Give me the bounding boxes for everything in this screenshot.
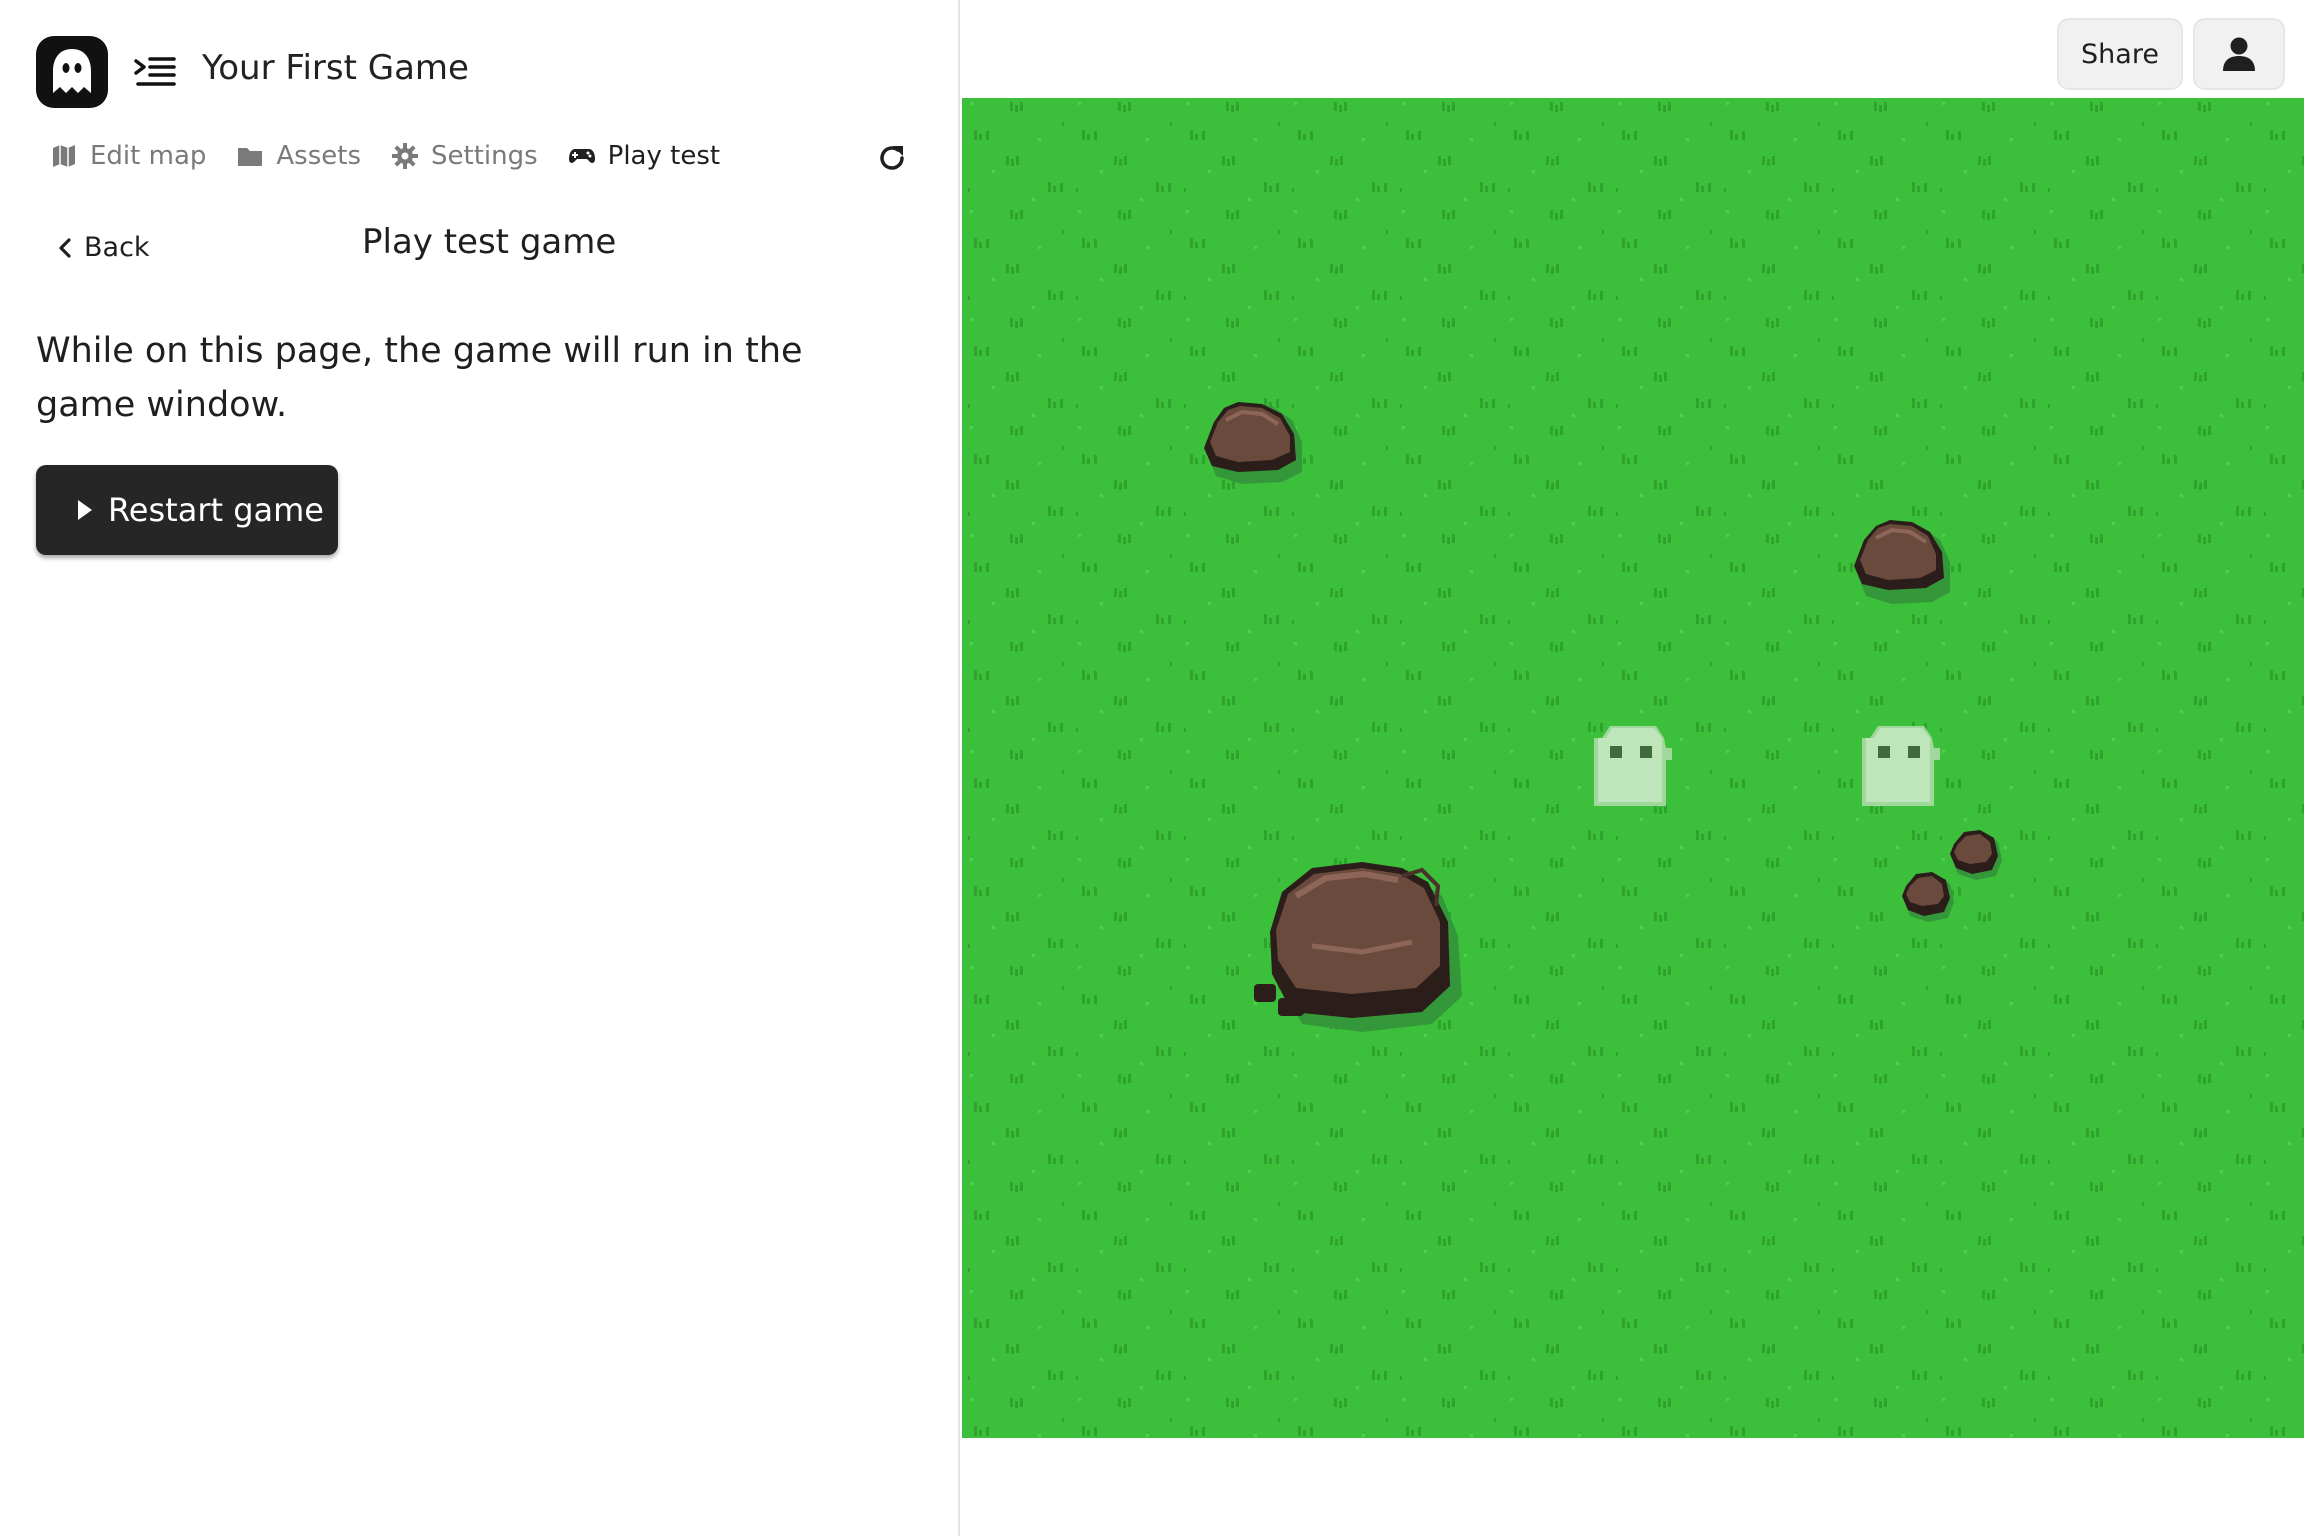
tab-play-test[interactable]: Play test — [568, 141, 720, 171]
play-icon — [78, 500, 92, 520]
tab-bar: Edit map Assets Settings Play test — [50, 136, 750, 176]
tab-label: Assets — [276, 141, 362, 171]
app-title: Your First Game — [202, 48, 469, 88]
tab-label: Edit map — [90, 141, 207, 171]
sidebar-panel: Your First Game Edit map Assets Settings… — [0, 0, 958, 1536]
rock-sprite — [1204, 402, 1302, 484]
ghost-sprite — [1594, 726, 1672, 806]
tab-label: Settings — [431, 141, 538, 171]
restart-game-button[interactable]: Restart game — [36, 465, 338, 555]
rock-sprite — [1254, 862, 1462, 1032]
map-icon — [53, 145, 75, 167]
back-button[interactable]: Back — [56, 232, 150, 263]
ghost-logo-icon[interactable] — [36, 36, 108, 108]
refresh-icon[interactable] — [876, 142, 908, 174]
tab-assets[interactable]: Assets — [236, 141, 361, 171]
ghost-sprite — [1862, 726, 1940, 806]
user-icon — [2223, 37, 2255, 71]
share-label: Share — [2081, 38, 2159, 70]
tab-edit-map[interactable]: Edit map — [50, 141, 206, 171]
back-label: Back — [84, 232, 150, 263]
page-title: Play test game — [362, 222, 617, 262]
rock-sprite — [1854, 520, 1950, 604]
rock-sprite — [1902, 872, 1954, 922]
folder-icon — [238, 148, 263, 166]
restart-label: Restart game — [108, 491, 324, 529]
gamepad-icon — [568, 149, 595, 163]
panel-divider — [958, 0, 960, 1536]
share-button[interactable]: Share — [2057, 18, 2183, 90]
tab-label: Play test — [607, 141, 721, 171]
menu-collapse-icon[interactable] — [134, 55, 176, 89]
user-menu-button[interactable] — [2193, 18, 2285, 90]
gear-icon — [392, 143, 419, 169]
game-window[interactable] — [962, 98, 2304, 1438]
chevron-left-icon — [59, 237, 71, 258]
tab-settings[interactable]: Settings — [391, 141, 538, 171]
page-description: While on this page, the game will run in… — [36, 331, 803, 425]
